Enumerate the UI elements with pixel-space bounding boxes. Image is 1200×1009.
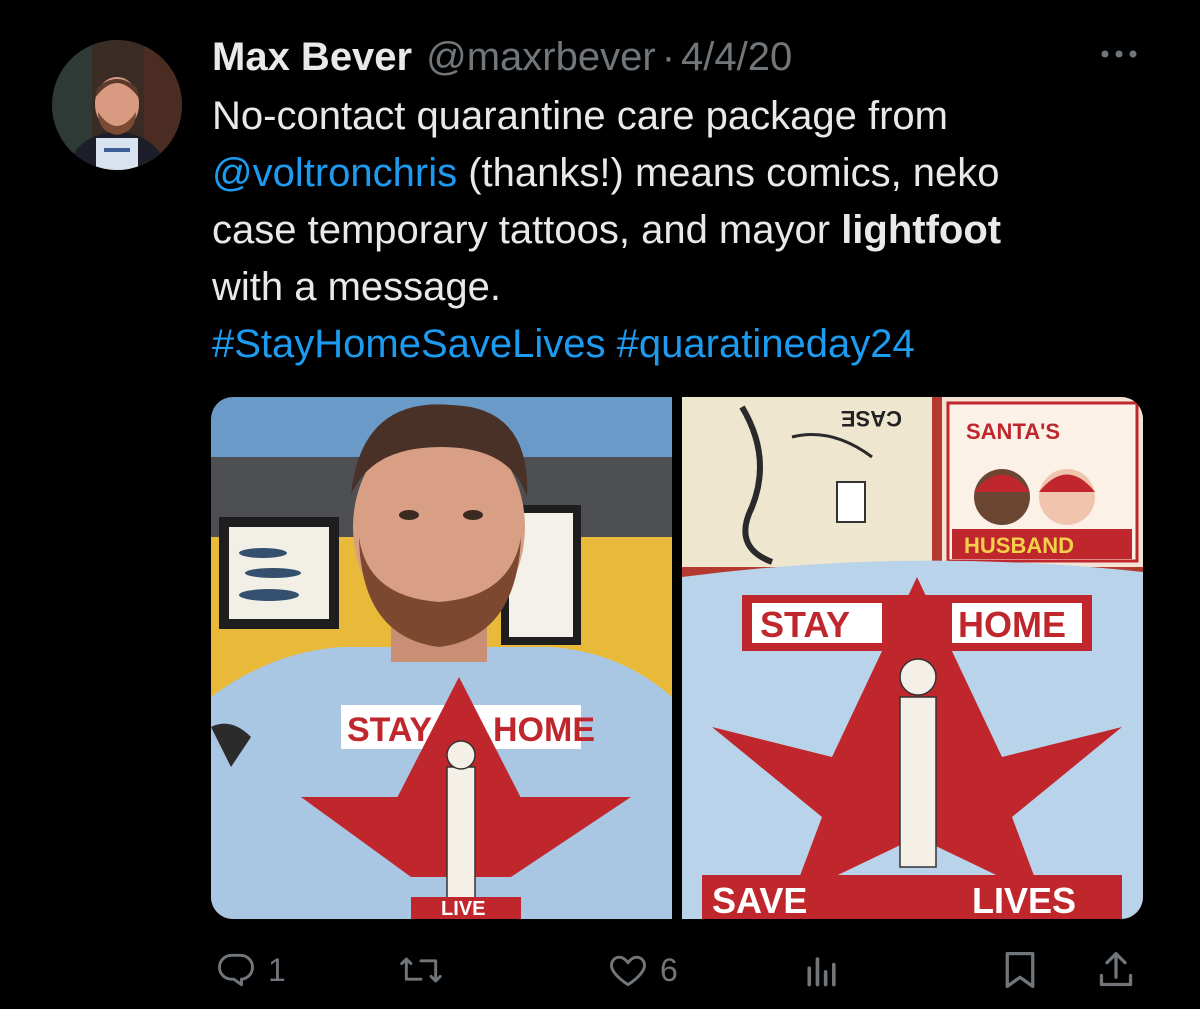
like-count: 6 (660, 951, 678, 988)
share-icon (1096, 948, 1136, 992)
retweet-icon (396, 948, 446, 992)
hashtag-link[interactable]: #quaratineday24 (617, 322, 915, 366)
retweet-button[interactable] (396, 940, 456, 1000)
tweet-date[interactable]: 4/4/20 (681, 32, 792, 82)
reply-icon (214, 948, 258, 992)
card-title: HUSBAND (964, 533, 1074, 558)
separator-dot: · (661, 35, 676, 79)
bookmark-icon (1000, 948, 1040, 992)
tweet-header: Max Bever @maxrbever · 4/4/20 (212, 32, 792, 82)
shirt-text: LIVE (441, 898, 485, 919)
tweet-text-fragment: (thanks!) means comics, neko (457, 151, 1000, 195)
share-button[interactable] (1096, 940, 1136, 1000)
author-name[interactable]: Max Bever (212, 32, 412, 82)
tweet-text-line: @voltronchris (thanks!) means comics, ne… (212, 145, 1172, 202)
tweet[interactable]: Max Bever @maxrbever · 4/4/20 No-contact… (0, 0, 1200, 1009)
shirt-text: HOME (958, 604, 1066, 645)
media-grid: STAY HOME LIVE CASE SANTA'S HUSBAND STAY… (211, 397, 1143, 919)
reply-button[interactable]: 1 (214, 940, 286, 1000)
like-icon (606, 948, 650, 992)
shirt-text: STAY (760, 604, 850, 645)
reply-count: 1 (268, 951, 286, 988)
more-icon[interactable] (1098, 44, 1140, 64)
like-button[interactable]: 6 (606, 940, 678, 1000)
tweet-text-line: #StayHomeSaveLives #quaratineday24 (212, 316, 1172, 373)
author-handle[interactable]: @maxrbever (426, 32, 656, 82)
shirt-text: LIVES (972, 880, 1076, 919)
shirt-text: STAY (347, 711, 432, 749)
tweet-text-line: with a message. (212, 265, 502, 309)
views-button[interactable] (802, 940, 842, 1000)
card-title: SANTA'S (966, 419, 1060, 444)
tweet-text-line: No-contact quarantine care package from (212, 94, 948, 138)
tweet-text-line: case temporary tattoos, and mayor lightf… (212, 202, 1172, 259)
photo-care-package[interactable]: CASE SANTA'S HUSBAND STAY HOME SAVE LIVE… (682, 397, 1143, 919)
tweet-text: No-contact quarantine care package from … (212, 88, 1172, 373)
bold-text: lightfoot (841, 208, 1002, 252)
hashtag-link[interactable]: #StayHomeSaveLives (212, 322, 606, 366)
action-bar: 1 6 (0, 940, 1200, 1000)
mention-link[interactable]: @voltronchris (212, 151, 457, 195)
tweet-text-fragment: case temporary tattoos, and mayor (212, 208, 842, 252)
bookmark-button[interactable] (1000, 940, 1040, 1000)
views-icon (802, 948, 842, 992)
photo-selfie[interactable]: STAY HOME LIVE (211, 397, 672, 919)
shirt-text: SAVE (712, 880, 807, 919)
tattoo-text: CASE (841, 406, 902, 431)
shirt-text: HOME (493, 711, 595, 749)
avatar[interactable] (52, 40, 182, 170)
